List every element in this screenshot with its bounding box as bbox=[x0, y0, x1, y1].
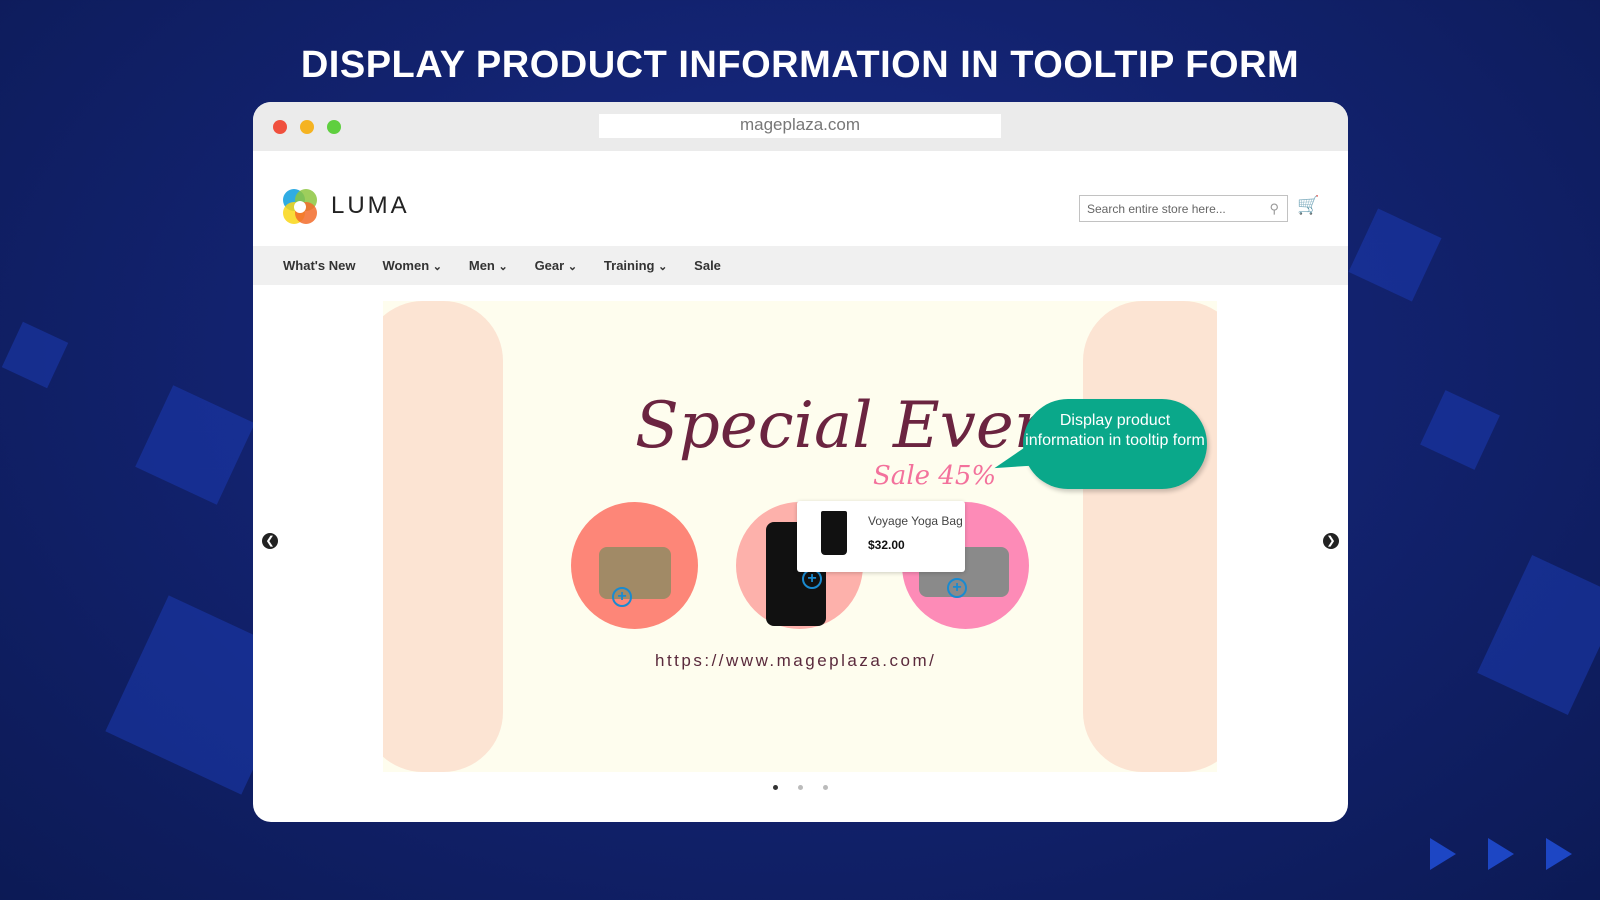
nav-training[interactable]: Training ⌄ bbox=[604, 258, 667, 273]
plus-icon[interactable]: + bbox=[612, 587, 632, 607]
cart-icon[interactable]: 🛒 bbox=[1297, 195, 1319, 216]
chevron-down-icon: ⌄ bbox=[432, 261, 442, 273]
banner-subtitle: Sale 45% bbox=[873, 461, 997, 491]
callout-bubble: Display product information in tooltip f… bbox=[1023, 399, 1207, 489]
arrow-decoration bbox=[1430, 838, 1456, 870]
brand-name: LUMA bbox=[331, 192, 410, 219]
plus-icon[interactable]: + bbox=[802, 569, 822, 589]
arrow-decoration bbox=[1488, 838, 1514, 870]
product-price: $32.00 bbox=[868, 538, 905, 552]
chevron-down-icon: ⌄ bbox=[567, 261, 577, 273]
slide-dot-1[interactable] bbox=[773, 785, 778, 790]
nav-sale[interactable]: Sale bbox=[694, 258, 721, 273]
product-name: Voyage Yoga Bag bbox=[868, 514, 963, 528]
nav-label: Gear bbox=[534, 258, 565, 273]
banner-url: https://www.mageplaza.com/ bbox=[655, 651, 937, 670]
chevron-down-icon: ⌄ bbox=[658, 261, 668, 273]
product-tooltip: Voyage Yoga Bag $32.00 bbox=[797, 501, 965, 572]
store-header: LUMA Search entire store here... ⚲ 🛒 bbox=[253, 151, 1348, 246]
search-icon[interactable]: ⚲ bbox=[1269, 201, 1279, 217]
nav-gear[interactable]: Gear ⌄ bbox=[535, 258, 577, 273]
search-placeholder: Search entire store here... bbox=[1087, 202, 1226, 216]
maximize-window-button[interactable] bbox=[327, 120, 341, 134]
close-window-button[interactable] bbox=[273, 120, 287, 134]
slider-next-button[interactable]: ❯ bbox=[1323, 533, 1339, 549]
search-input[interactable]: Search entire store here... ⚲ bbox=[1079, 195, 1288, 222]
browser-window: mageplaza.com LUMA Search entire store h… bbox=[253, 102, 1348, 822]
slide-dot-2[interactable] bbox=[798, 785, 803, 790]
chevron-down-icon: ⌄ bbox=[498, 261, 508, 273]
browser-titlebar: mageplaza.com bbox=[253, 102, 1348, 151]
product-hotspot-1[interactable]: + bbox=[571, 502, 698, 629]
product-thumbnail bbox=[821, 511, 847, 555]
main-nav: What's New Women ⌄ Men ⌄ Gear ⌄ Training… bbox=[253, 246, 1348, 285]
nav-label: Women bbox=[382, 258, 430, 273]
address-bar[interactable]: mageplaza.com bbox=[599, 114, 1001, 138]
promo-banner[interactable]: Special Event Sale 45% + + + Voyage Yoga… bbox=[383, 301, 1217, 772]
nav-whats-new[interactable]: What's New bbox=[283, 258, 355, 273]
minimize-window-button[interactable] bbox=[300, 120, 314, 134]
slider-pagination bbox=[253, 785, 1348, 790]
nav-label: Men bbox=[468, 258, 495, 273]
nav-women[interactable]: Women ⌄ bbox=[382, 258, 441, 273]
nav-label: Training bbox=[603, 258, 655, 273]
luma-logo-icon bbox=[283, 189, 317, 224]
slider-prev-button[interactable]: ❮ bbox=[262, 533, 278, 549]
slide-dot-3[interactable] bbox=[823, 785, 828, 790]
headline: DISPLAY PRODUCT INFORMATION IN TOOLTIP F… bbox=[300, 44, 1300, 86]
nav-men[interactable]: Men ⌄ bbox=[469, 258, 508, 273]
arrow-decoration bbox=[1546, 838, 1572, 870]
plus-icon[interactable]: + bbox=[947, 578, 967, 598]
